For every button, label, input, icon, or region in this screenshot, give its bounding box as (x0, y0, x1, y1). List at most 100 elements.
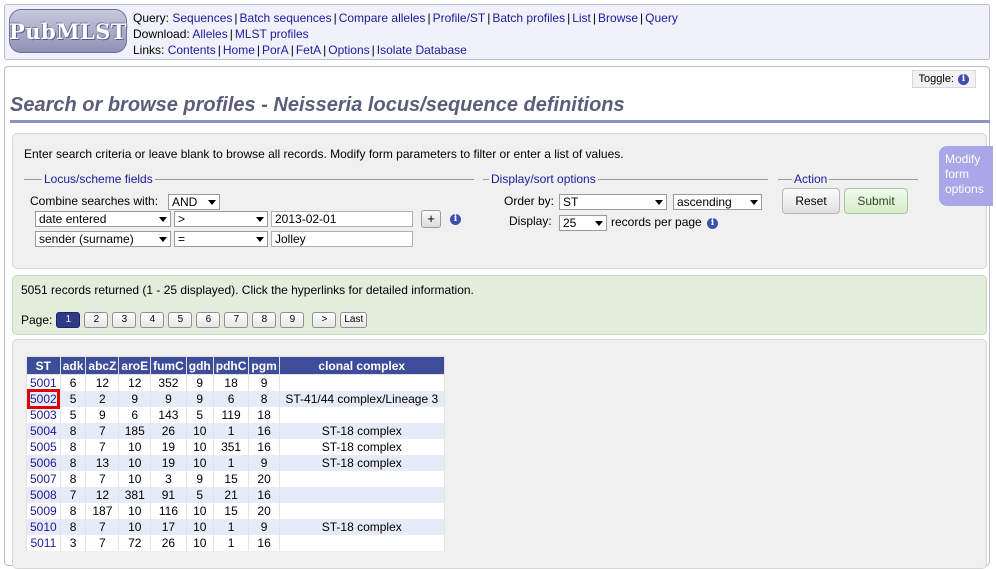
table-cell: 3 (59, 535, 87, 551)
order-by-select[interactable]: ST (559, 194, 667, 210)
nav-link-pora[interactable]: PorA (262, 43, 289, 57)
reset-button[interactable]: Reset (782, 188, 840, 214)
table-row: 5001 6 12 12 352 9 18 9 (26, 374, 445, 391)
submit-button[interactable]: Submit (844, 188, 908, 214)
next-page-button[interactable]: > (312, 312, 337, 328)
st-link[interactable]: 5010 (30, 520, 57, 534)
link-separator: | (290, 43, 294, 57)
table-cell: 187 (85, 503, 120, 519)
combine-select[interactable]: AND (168, 194, 220, 210)
st-link[interactable]: 5009 (30, 504, 57, 518)
table-cell: 13 (85, 455, 120, 471)
records-per-page-label: records per page (611, 215, 702, 229)
st-link[interactable]: 5006 (30, 456, 57, 470)
table-cell (278, 374, 445, 391)
st-link[interactable]: 5008 (30, 488, 57, 502)
table-cell: 21 (212, 487, 250, 503)
value-input-1[interactable]: 2013-02-01 (271, 211, 413, 227)
nav-link-list[interactable]: List (572, 11, 591, 25)
st-link[interactable]: 5011 (30, 536, 56, 550)
table-cell: 116 (150, 503, 187, 519)
table-cell: 2 (85, 391, 120, 407)
link-separator: | (217, 43, 221, 57)
pubmlst-logo[interactable]: PubMLST (9, 9, 127, 53)
page-size-select[interactable]: 25 (559, 215, 607, 231)
page-button-9[interactable]: 9 (280, 312, 305, 328)
table-cell: 9 (85, 407, 120, 423)
column-header-adk: adk (59, 356, 87, 375)
nav-link-feta[interactable]: FetA (296, 43, 321, 57)
last-page-button[interactable]: Last (340, 312, 368, 328)
nav-link-sequences[interactable]: Sequences (172, 11, 232, 25)
table-cell: 7 (85, 471, 120, 487)
table-cell: 10 (118, 439, 152, 455)
operator-select-2[interactable]: = (174, 231, 268, 247)
nav-link-options[interactable]: Options (328, 43, 369, 57)
table-cell: 9 (185, 374, 214, 391)
field-select-1[interactable]: date entered (35, 211, 171, 227)
sort-direction-select[interactable]: ascending (673, 194, 762, 210)
modify-form-options-tab[interactable]: Modify form options (939, 146, 993, 206)
nav-link-browse[interactable]: Browse (598, 11, 638, 25)
toggle-button[interactable]: Toggle: i (911, 70, 976, 88)
table-cell: 7 (59, 487, 87, 503)
page-button-4[interactable]: 4 (140, 312, 165, 328)
table-cell: 6 (59, 374, 87, 391)
st-link[interactable]: 5003 (30, 408, 57, 422)
nav-link-batch-sequences[interactable]: Batch sequences (240, 11, 332, 25)
page-button-7[interactable]: 7 (224, 312, 249, 328)
nav-link-home[interactable]: Home (223, 43, 255, 57)
table-cell: 185 (118, 423, 152, 439)
table-cell: 10 (185, 423, 214, 439)
table-row: 5010 8 7 10 17 10 1 9 ST-18 complex (26, 519, 445, 535)
page-button-3[interactable]: 3 (112, 312, 137, 328)
nav-link-mlst-profiles[interactable]: MLST profiles (235, 27, 309, 41)
nav-link-profile-st[interactable]: Profile/ST (433, 11, 486, 25)
info-icon[interactable]: i (958, 73, 969, 85)
st-link[interactable]: 5001 (30, 376, 57, 390)
nav-link-batch-profiles[interactable]: Batch profiles (492, 11, 565, 25)
chevron-down-icon (256, 217, 264, 222)
field-select-2[interactable]: sender (surname) (35, 231, 171, 247)
table-row: 5004 8 7 185 26 10 1 16 ST-18 complex (26, 423, 445, 439)
info-icon[interactable]: i (707, 218, 718, 229)
main-content: Toggle: i Search or browse profiles - Ne… (4, 66, 990, 569)
st-link[interactable]: 5004 (30, 424, 57, 438)
table-cell: 5011 (26, 535, 61, 551)
nav-link-compare-alleles[interactable]: Compare alleles (339, 11, 426, 25)
table-cell: 8 (59, 455, 87, 471)
page-button-6[interactable]: 6 (196, 312, 221, 328)
info-icon[interactable]: i (450, 214, 461, 225)
value-input-2[interactable]: Jolley (271, 231, 413, 247)
nav-link-alleles[interactable]: Alleles (192, 27, 227, 41)
table-cell: 9 (118, 391, 152, 407)
page-button-5[interactable]: 5 (168, 312, 193, 328)
link-separator: | (229, 27, 233, 41)
st-link[interactable]: 5005 (30, 440, 57, 454)
form-intro: Enter search criteria or leave blank to … (24, 147, 624, 161)
table-cell: 10 (118, 455, 152, 471)
page-button-8[interactable]: 8 (252, 312, 277, 328)
nav-link-contents[interactable]: Contents (168, 43, 216, 57)
table-cell: 8 (248, 391, 280, 407)
st-link[interactable]: 5007 (30, 472, 57, 486)
nav-link-query[interactable]: Query (645, 11, 678, 25)
page-button-2[interactable]: 2 (84, 312, 109, 328)
table-cell: 1 (212, 455, 250, 471)
operator-value-1: > (178, 212, 186, 226)
chevron-down-icon (159, 237, 167, 242)
table-row: 5011 3 7 72 26 10 1 16 (26, 535, 445, 551)
table-cell: 381 (118, 487, 152, 503)
nav-link-isolate-database[interactable]: Isolate Database (377, 43, 467, 57)
table-cell: 20 (248, 503, 280, 519)
table-cell: 18 (248, 407, 280, 423)
table-header-row: ST adk abcZ aroE fumC gdh pdhC pgm clonal comple… (26, 356, 445, 375)
table-cell: 16 (248, 535, 280, 551)
page-button-1[interactable]: 1 (56, 312, 81, 328)
st-link-highlighted[interactable]: 5002 (27, 389, 60, 409)
add-row-button[interactable]: + (421, 210, 441, 228)
table-cell (278, 471, 445, 487)
operator-select-1[interactable]: > (174, 211, 268, 227)
link-separator: | (371, 43, 375, 57)
column-header-aroe: aroE (118, 356, 152, 375)
